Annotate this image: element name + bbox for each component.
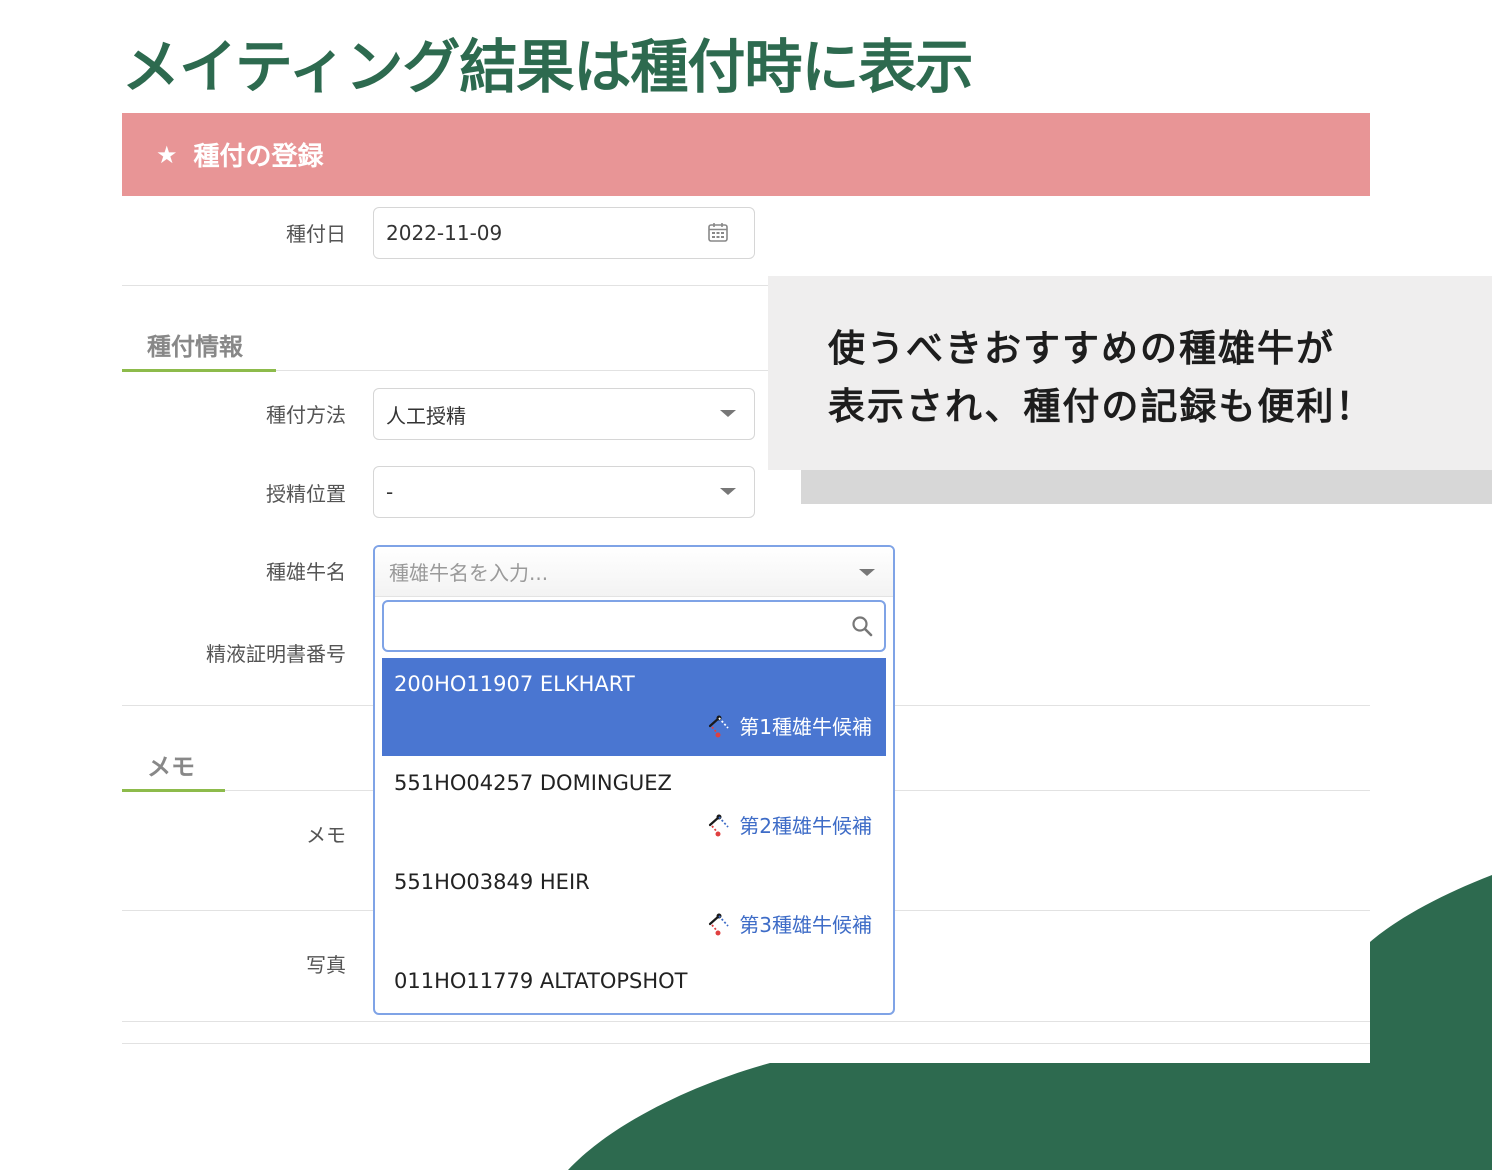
position-label: 授精位置 (266, 482, 346, 506)
mating-icon (709, 814, 729, 837)
date-label: 種付日 (286, 222, 346, 246)
bull-option-name: 551HO03849 HEIR (394, 870, 590, 894)
method-value: 人工授精 (386, 403, 466, 428)
mating-icon (709, 913, 729, 936)
position-value: - (386, 480, 394, 504)
headline: メイティング結果は種付時に表示 (122, 33, 973, 101)
card-title: 種付の登録 (193, 142, 324, 172)
bull-select-head[interactable]: 種雄牛名を入力... (375, 547, 893, 597)
bull-option-name: 200HO11907 ELKHART (394, 672, 635, 696)
memo-label: メモ (306, 823, 346, 847)
method-select[interactable]: 人工授精 (373, 388, 755, 440)
section-accent (122, 789, 225, 792)
bull-option-name: 551HO04257 DOMINGUEZ (394, 771, 672, 795)
bull-option[interactable]: 011HO11779 ALTATOPSHOT (382, 955, 886, 1013)
bull-option[interactable]: 551HO03849 HEIR 第3種雄牛候補 (382, 856, 886, 954)
bull-select[interactable]: 種雄牛名を入力... 200HO11907 ELKHART 第1種雄牛候補 55… (373, 545, 895, 1015)
method-label: 種付方法 (266, 403, 346, 427)
section-title-info: 種付情報 (147, 333, 243, 361)
bull-option[interactable]: 551HO04257 DOMINGUEZ 第2種雄牛候補 (382, 757, 886, 855)
candidate-badge: 第1種雄牛候補 (705, 710, 872, 740)
bull-option-name: 011HO11779 ALTATOPSHOT (394, 969, 688, 993)
position-select[interactable]: - (373, 466, 755, 518)
candidate-badge: 第2種雄牛候補 (705, 809, 872, 839)
bull-placeholder: 種雄牛名を入力... (389, 561, 549, 585)
candidate-badge-label: 第3種雄牛候補 (739, 912, 872, 937)
bull-option[interactable]: 200HO11907 ELKHART 第1種雄牛候補 (382, 658, 886, 756)
date-field[interactable]: 2022-11-09 (373, 207, 755, 259)
row-divider (122, 1021, 1370, 1022)
chevron-down-icon (859, 569, 875, 576)
bull-search-input[interactable] (382, 600, 886, 652)
bull-label: 種雄牛名 (266, 560, 346, 584)
calendar-icon[interactable] (708, 222, 728, 242)
mating-icon (709, 715, 729, 738)
section-accent (122, 369, 276, 372)
star-icon: ★ (156, 140, 178, 169)
section-title-memo: メモ (147, 753, 195, 781)
cert-label: 精液証明書番号 (206, 642, 346, 666)
chevron-down-icon (720, 410, 736, 417)
row-divider (122, 1043, 1370, 1044)
candidate-badge-label: 第2種雄牛候補 (739, 813, 872, 838)
card-header: ★ 種付の登録 (122, 113, 1370, 196)
callout: 使うべきおすすめの種雄牛が 表示され、種付の記録も便利！ (768, 276, 1492, 470)
candidate-badge: 第3種雄牛候補 (705, 908, 872, 938)
callout-line-2: 表示され、種付の記録も便利！ (828, 385, 1375, 428)
candidate-badge-label: 第1種雄牛候補 (739, 714, 872, 739)
date-value: 2022-11-09 (386, 221, 503, 245)
photo-label: 写真 (306, 953, 346, 977)
callout-line-1: 使うべきおすすめの種雄牛が (828, 327, 1335, 370)
search-icon (852, 616, 873, 637)
chevron-down-icon (720, 488, 736, 495)
